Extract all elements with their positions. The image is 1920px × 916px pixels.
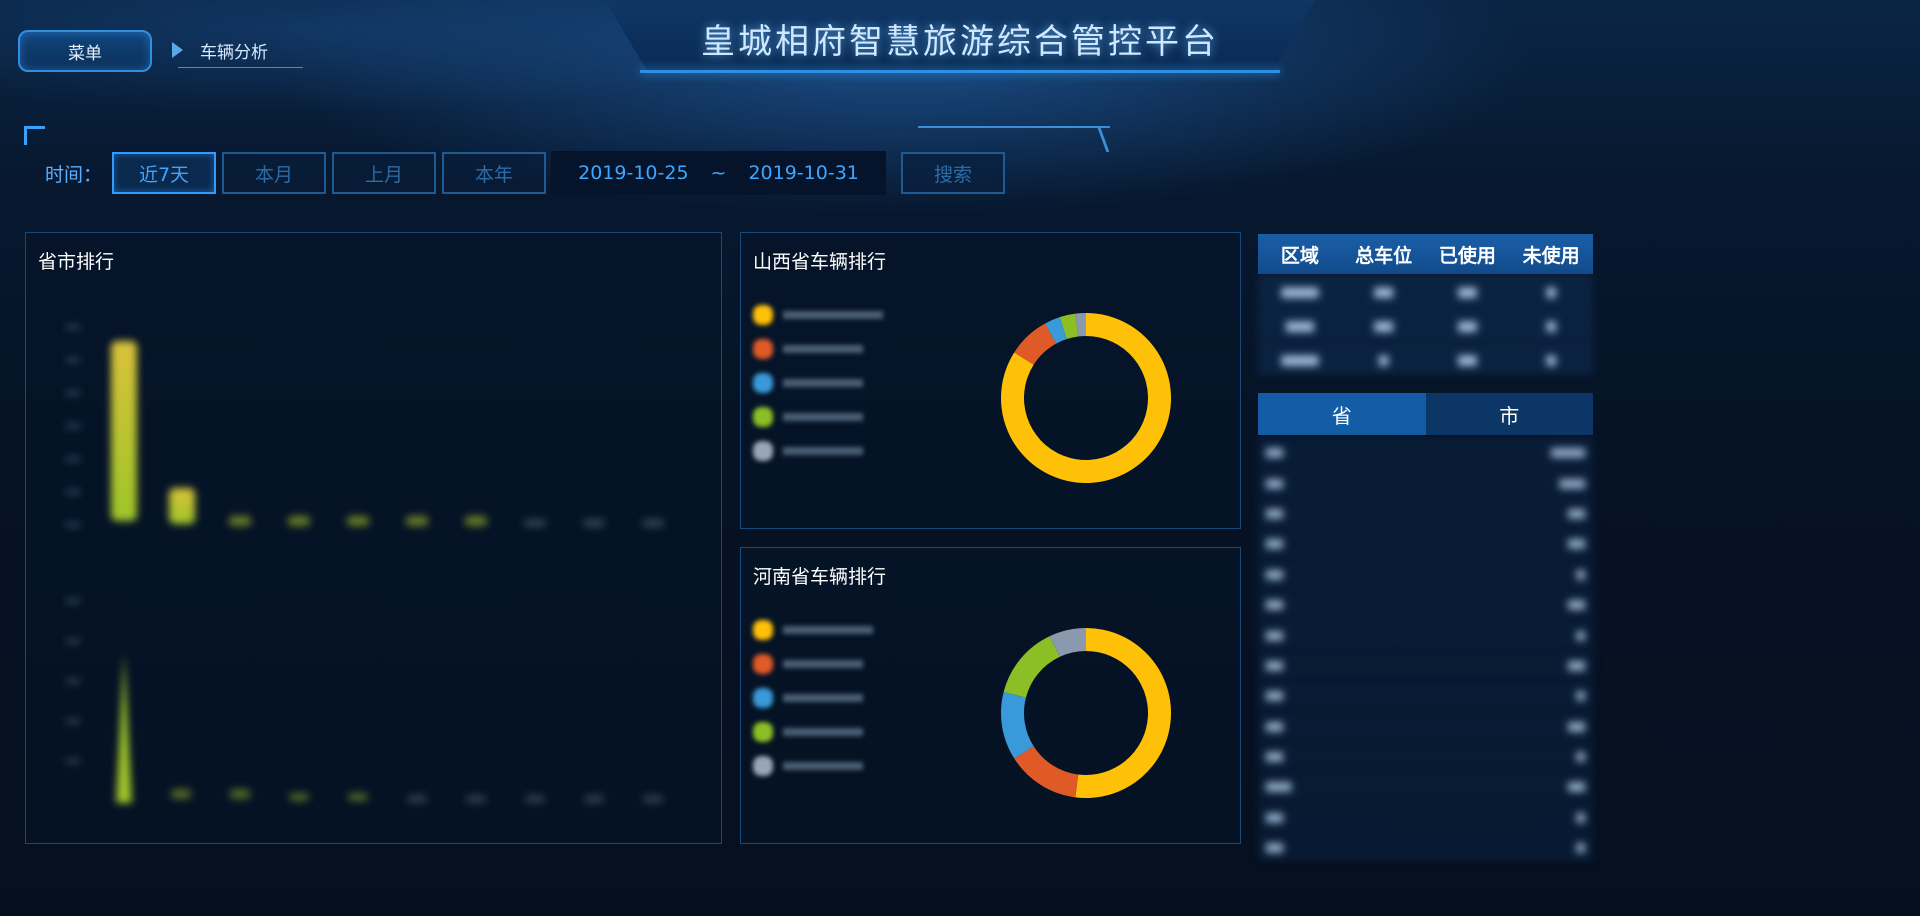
- range-last-month-button[interactable]: 上月: [332, 152, 436, 194]
- henan-donut-chart: [1001, 628, 1171, 798]
- title-glow-line: [640, 70, 1280, 73]
- table-header-region: 区域: [1280, 244, 1319, 267]
- henan-donut-slice-blue[interactable]: [1001, 691, 1034, 759]
- henan-donut-slice-orange[interactable]: [1014, 746, 1079, 798]
- date-start[interactable]: 2019-10-25: [578, 162, 688, 184]
- list-item: ▆▆ ▆: [1258, 740, 1593, 771]
- date-range-picker[interactable]: 2019-10-25 ~ 2019-10-31: [551, 151, 886, 195]
- header-decoration-tick: [1097, 128, 1110, 152]
- list-item: ▆▆ ▆▆: [1258, 588, 1593, 619]
- region-tabs: 省 市: [1258, 393, 1593, 435]
- table-row: ▆▆▆▆▆▆▆▆: [1258, 308, 1593, 341]
- list-item: ▆▆ ▆▆: [1258, 649, 1593, 680]
- ranking-bar-chart-blurred: [66, 325, 664, 803]
- list-item: ▆▆ ▆▆: [1258, 528, 1593, 558]
- table-row: ▆▆▆▆▆▆▆▆: [1258, 342, 1593, 375]
- table-header-total: 总车位: [1355, 244, 1413, 267]
- tab-city[interactable]: 市: [1425, 393, 1593, 435]
- table-header-unused: 未使用: [1522, 244, 1580, 267]
- list-item: ▆▆▆▆▆: [1258, 467, 1593, 497]
- list-item: ▆▆ ▆▆▆▆: [1258, 437, 1593, 467]
- list-item: ▆▆▆▆▆: [1258, 771, 1593, 801]
- search-button[interactable]: 搜索: [901, 152, 1005, 194]
- time-label: 时间：: [45, 164, 103, 186]
- region-list-blurred: ▆▆ ▆▆▆▆ ▆▆ ▆▆▆ ▆▆ ▆▆ ▆▆ ▆▆ ▆▆ ▆ ▆▆ ▆▆ ▆▆ ▆ ▆▆ ▆▆…: [1258, 437, 1593, 862]
- page-title: 皇城相府智慧旅游综合管控平台: [701, 22, 1219, 62]
- shanxi-legend-blurred: [753, 305, 883, 461]
- date-separator: ~: [710, 162, 727, 184]
- range-this-month-button[interactable]: 本月: [222, 152, 326, 194]
- henan-donut-slice-yellow[interactable]: [1075, 628, 1171, 798]
- list-item: ▆▆ ▆▆: [1258, 497, 1593, 528]
- shanxi-ranking-panel: 山西省车辆排行: [740, 232, 1241, 529]
- parking-table-body-blurred: ▆▆▆▆ ▆▆ ▆▆ ▆ ▆▆▆ ▆▆ ▆▆ ▆ ▆▆▆▆ ▆ ▆▆ ▆: [1258, 274, 1593, 376]
- list-item: ▆▆ ▆▆: [1258, 710, 1593, 740]
- breadcrumb[interactable]: 车辆分析: [200, 38, 268, 63]
- henan-panel-title: 河南省车辆排行: [753, 566, 887, 588]
- range-this-year-button[interactable]: 本年: [442, 152, 546, 194]
- menu-button[interactable]: 菜单: [18, 30, 152, 72]
- list-item: ▆▆ ▆: [1258, 619, 1593, 649]
- henan-legend-blurred: [753, 620, 873, 776]
- header-decoration-line: [918, 126, 1110, 128]
- corner-bracket-decoration: [24, 126, 45, 145]
- breadcrumb-underline: [178, 67, 303, 68]
- table-row: ▆▆▆▆ ▆▆ ▆▆ ▆: [1258, 274, 1593, 307]
- date-end[interactable]: 2019-10-31: [748, 162, 858, 184]
- tab-province[interactable]: 省: [1258, 393, 1426, 435]
- list-item: ▆▆ ▆: [1258, 832, 1593, 862]
- breadcrumb-arrow-icon: [172, 42, 183, 58]
- list-item: ▆▆ ▆: [1258, 680, 1593, 710]
- list-item: ▆▆ ▆: [1258, 801, 1593, 832]
- shanxi-panel-title: 山西省车辆排行: [753, 251, 887, 273]
- henan-ranking-panel: 河南省车辆排行: [740, 547, 1241, 844]
- henan-donut-slice-green[interactable]: [1003, 636, 1060, 698]
- parking-table-header: 区域 总车位 已使用 未使用: [1258, 234, 1593, 274]
- shanxi-donut-chart: [1001, 313, 1171, 483]
- ranking-panel: 省市排行: [25, 232, 722, 844]
- table-header-used: 已使用: [1438, 244, 1496, 267]
- list-item: ▆▆ ▆: [1258, 558, 1593, 588]
- range-last-7-days-button[interactable]: 近7天: [112, 152, 216, 194]
